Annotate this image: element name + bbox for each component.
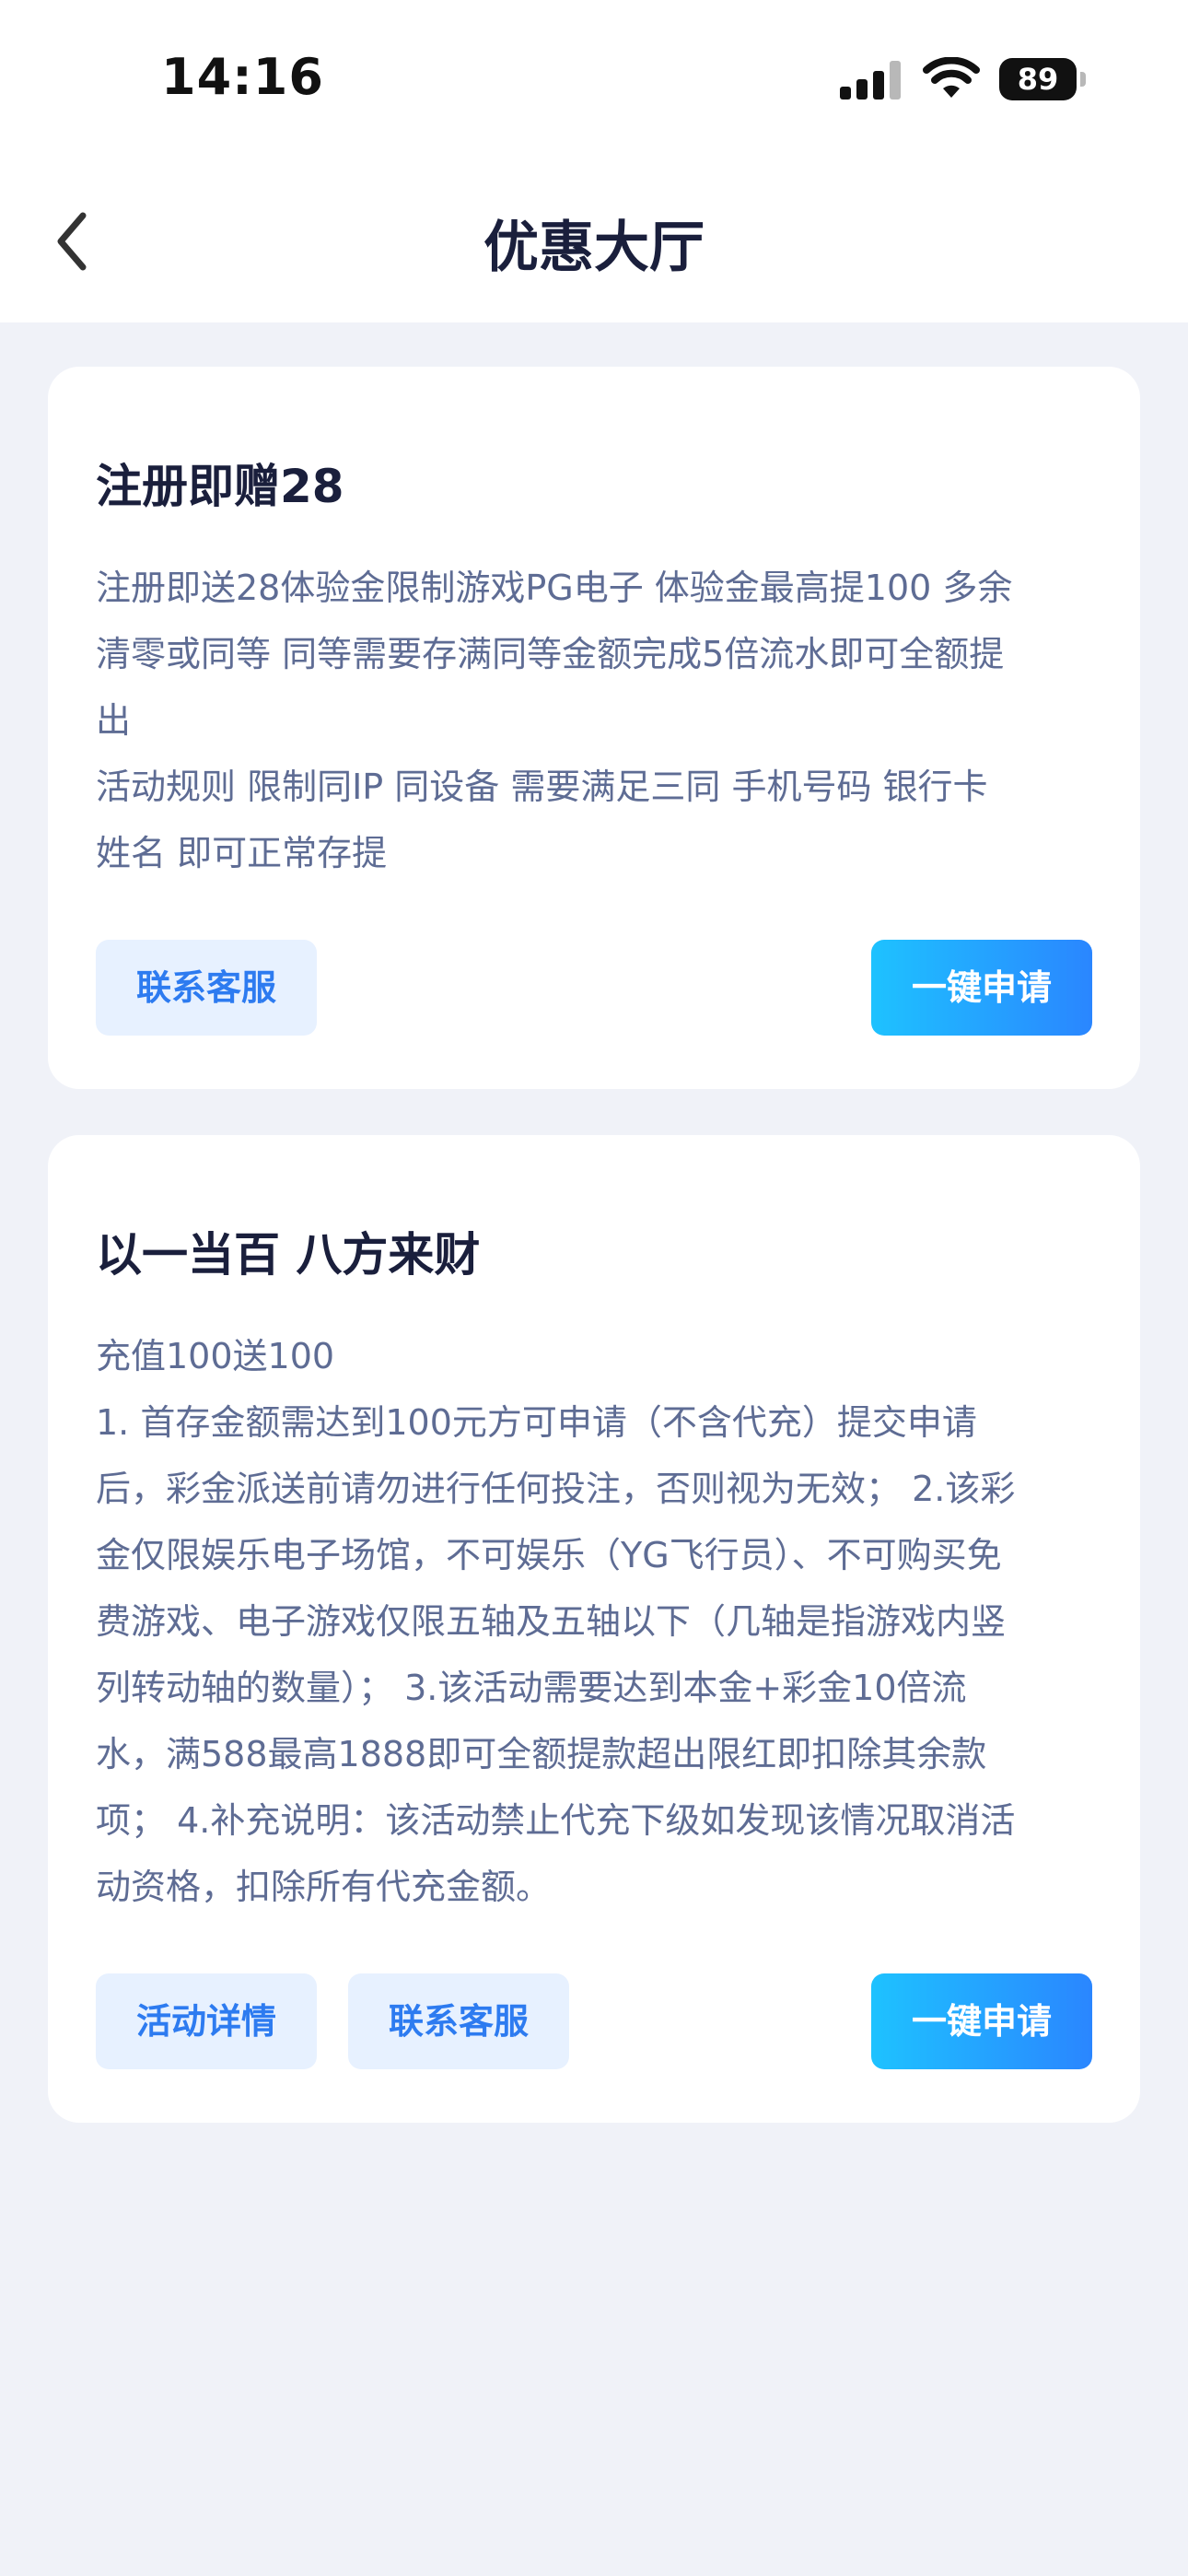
description-line: 出 [96, 700, 132, 741]
status-time: 14:16 [161, 48, 324, 106]
apply-button[interactable]: 一键申请 [871, 1973, 1092, 2069]
promotion-card: 以一当百 八方来财 充值100送100 1. 首存金额需达到100元方可申请（不… [48, 1135, 1140, 2123]
activity-details-button[interactable]: 活动详情 [96, 1973, 317, 2069]
description-line: 水，满588最高1888即可全额提款超出限红即扣除其余款 [96, 1734, 987, 1774]
promotion-title: 以一当百 八方来财 [96, 1228, 481, 1282]
wifi-icon [923, 57, 980, 98]
battery-cap [1080, 72, 1086, 87]
promotion-description: 充值100送100 1. 首存金额需达到100元方可申请（不含代充）提交申请 后… [96, 1323, 1100, 1920]
status-bar: 14:16 89 [0, 0, 1188, 157]
promotion-description: 注册即送28体验金限制游戏PG电子 体验金最高提100 多余 清零或同等 同等需… [96, 555, 1100, 886]
apply-button[interactable]: 一键申请 [871, 940, 1092, 1036]
description-line: 活动规则 限制同IP 同设备 需要满足三同 手机号码 银行卡 [96, 767, 988, 807]
description-line: 注册即送28体验金限制游戏PG电子 体验金最高提100 多余 [96, 568, 1013, 608]
description-line: 金仅限娱乐电子场馆，不可娱乐（YG飞行员）、不可购买免 [96, 1535, 1002, 1575]
description-line: 列转动轴的数量）； 3.该活动需要达到本金+彩金10倍流 [96, 1668, 967, 1708]
description-line: 费游戏、电子游戏仅限五轴及五轴以下（几轴是指游戏内竖 [96, 1601, 1007, 1642]
page-title: 优惠大厅 [483, 216, 705, 280]
contact-support-button[interactable]: 联系客服 [348, 1973, 569, 2069]
description-line: 后，彩金派送前请勿进行任何投注，否则视为无效； 2.该彩 [96, 1469, 1016, 1509]
promotion-title: 注册即赠28 [96, 460, 344, 513]
battery-icon: 89 [999, 58, 1086, 100]
description-line: 动资格，扣除所有代充金额。 [96, 1867, 552, 1907]
description-line: 1. 首存金额需达到100元方可申请（不含代充）提交申请 [96, 1402, 977, 1443]
description-line: 姓名 即可正常存提 [96, 833, 388, 873]
description-line: 清零或同等 同等需要存满同等金额完成5倍流水即可全额提 [96, 634, 1005, 674]
description-line: 充值100送100 [96, 1336, 335, 1376]
contact-support-button[interactable]: 联系客服 [96, 940, 317, 1036]
nav-bar: 优惠大厅 [0, 157, 1188, 322]
battery-level: 89 [999, 58, 1077, 100]
description-line: 项； 4.补充说明：该活动禁止代充下级如发现该情况取消活 [96, 1800, 1016, 1841]
promotion-card: 注册即赠28 注册即送28体验金限制游戏PG电子 体验金最高提100 多余 清零… [48, 367, 1140, 1089]
cellular-signal-icon [840, 61, 901, 100]
